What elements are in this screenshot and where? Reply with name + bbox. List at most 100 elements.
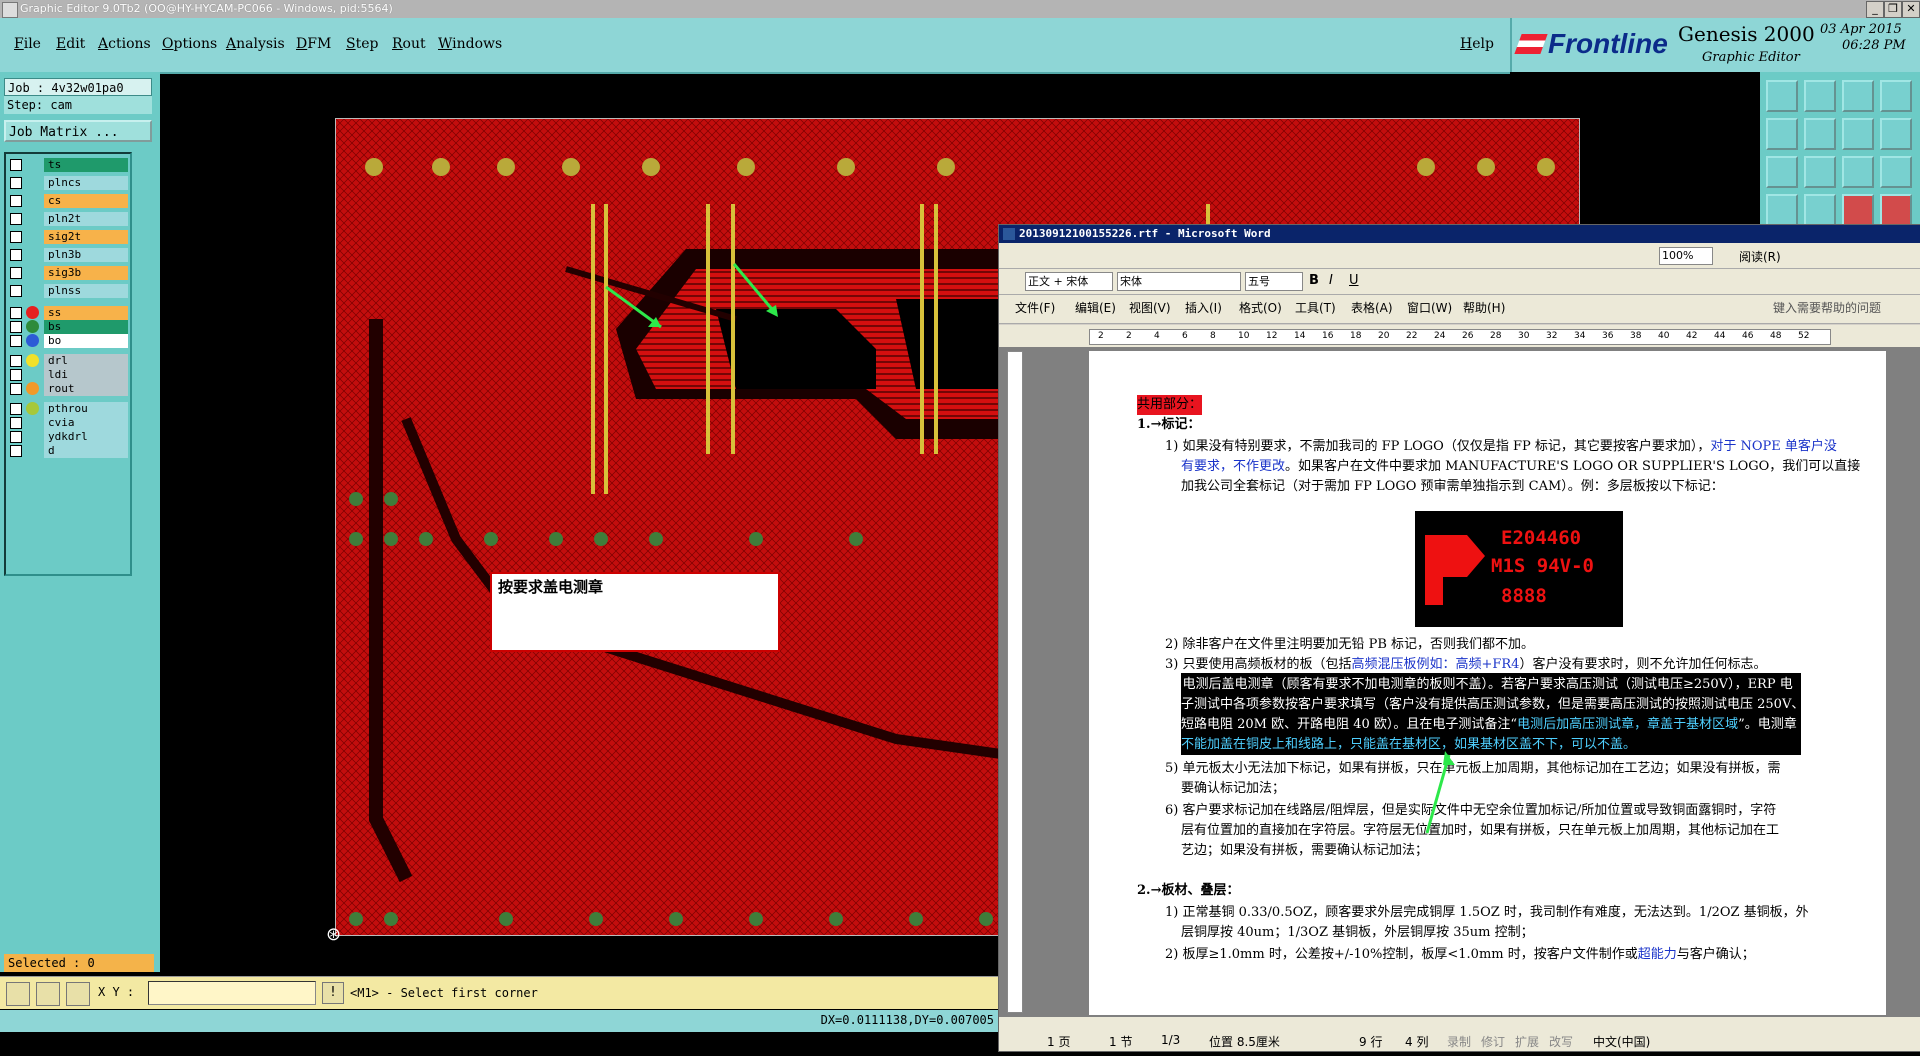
layer-checkbox[interactable] — [10, 249, 22, 261]
layer-checkbox[interactable] — [10, 431, 22, 443]
help-tool-icon[interactable] — [1880, 156, 1912, 188]
underline-button[interactable]: U — [1349, 273, 1359, 288]
zoom-area-tool-icon[interactable] — [1842, 118, 1874, 150]
layer-row-rout[interactable]: rout — [8, 382, 128, 396]
measure-tool-icon[interactable] — [1880, 118, 1912, 150]
status-record[interactable]: 录制 — [1447, 1033, 1471, 1050]
layer-checkbox[interactable] — [10, 267, 22, 279]
dfm-tool-icon[interactable] — [1842, 194, 1874, 226]
document-page[interactable]: 共用部分： 1.→标记： 1) 如果没有特别要求，不需加我司的 FP LOGO（… — [1089, 351, 1886, 1015]
layer-name[interactable]: drl — [44, 354, 128, 368]
zoom-box[interactable]: 100% — [1659, 247, 1713, 265]
next-tool-icon[interactable] — [1804, 118, 1836, 150]
layer-name[interactable]: sig2t — [44, 230, 128, 244]
layer-row-pthrou[interactable]: pthrou — [8, 402, 128, 416]
status-track[interactable]: 修订 — [1481, 1033, 1505, 1050]
layer-row-drl[interactable]: drl — [8, 354, 128, 368]
layer-name[interactable]: cs — [44, 194, 128, 208]
pan-tool-icon[interactable] — [1804, 156, 1836, 188]
close-button[interactable]: ✕ — [1902, 1, 1920, 18]
scale-tool-icon[interactable] — [1842, 156, 1874, 188]
layer-name[interactable]: ss — [44, 306, 128, 320]
layer-name[interactable]: pthrou — [44, 402, 128, 416]
layer-color-dot[interactable] — [26, 334, 39, 347]
layer-row-pln2t[interactable]: pln2t — [8, 212, 128, 226]
layer-checkbox[interactable] — [10, 369, 22, 381]
style-box[interactable]: 正文 + 宋体 — [1025, 272, 1113, 291]
layer-color-dot[interactable] — [26, 320, 39, 333]
layer-row-ss[interactable]: ss — [8, 306, 128, 320]
layer-checkbox[interactable] — [10, 195, 22, 207]
status-overtype[interactable]: 改写 — [1549, 1033, 1573, 1050]
layer-name[interactable]: plncs — [44, 176, 128, 190]
prev-tool-icon[interactable] — [1766, 118, 1798, 150]
word-menu-table[interactable]: 表格(A) — [1351, 299, 1393, 316]
layer-checkbox[interactable] — [10, 321, 22, 333]
layer-row-sig3b[interactable]: sig3b — [8, 266, 128, 280]
word-menu-tools[interactable]: 工具(T) — [1295, 299, 1336, 316]
restore-button[interactable]: ❐ — [1884, 1, 1902, 18]
word-menu-insert[interactable]: 插入(I) — [1185, 299, 1222, 316]
layer-row-ldi[interactable]: ldi — [8, 368, 128, 382]
word-window[interactable]: 20130912100155226.rtf - Microsoft Word 1… — [998, 224, 1920, 1052]
open-tool-icon[interactable] — [1766, 80, 1798, 112]
word-menu-window[interactable]: 窗口(W) — [1407, 299, 1452, 316]
home-tool-icon[interactable] — [1842, 80, 1874, 112]
layer-name[interactable]: cvia — [44, 416, 128, 430]
check-tool-icon[interactable] — [1880, 194, 1912, 226]
layer-name[interactable]: pln3b — [44, 248, 128, 262]
font-size-box[interactable]: 五号 — [1245, 272, 1303, 291]
menu-dfm[interactable]: DFM — [296, 36, 331, 52]
layer-name[interactable]: ldi — [44, 368, 128, 382]
layer-checkbox[interactable] — [10, 307, 22, 319]
word-menu-view[interactable]: 视图(V) — [1129, 299, 1171, 316]
layer-name[interactable]: bs — [44, 320, 128, 334]
job-matrix-button[interactable]: Job Matrix ... — [4, 120, 152, 142]
menu-step[interactable]: Step — [346, 36, 378, 52]
status-extend[interactable]: 扩展 — [1515, 1033, 1539, 1050]
layer-row-ydkdrl[interactable]: ydkdrl — [8, 430, 128, 444]
layer-checkbox[interactable] — [10, 355, 22, 367]
word-menu-file[interactable]: 文件(F) — [1015, 299, 1055, 316]
italic-button[interactable]: I — [1329, 273, 1333, 288]
layer-row-sig2t[interactable]: sig2t — [8, 230, 128, 244]
layer-checkbox[interactable] — [10, 213, 22, 225]
select-tool-icon[interactable] — [6, 982, 30, 1006]
menu-file[interactable]: File — [14, 36, 41, 52]
menu-analysis[interactable]: Analysis — [226, 36, 285, 52]
menu-options[interactable]: Options — [162, 36, 217, 52]
layer-checkbox[interactable] — [10, 417, 22, 429]
line-tool-icon[interactable] — [36, 982, 60, 1006]
menu-help[interactable]: Help — [1460, 36, 1494, 52]
layer-row-cvia[interactable]: cvia — [8, 416, 128, 430]
layer-color-dot[interactable] — [26, 402, 39, 415]
menu-rout[interactable]: Rout — [392, 36, 426, 52]
layer-row-pln3b[interactable]: pln3b — [8, 248, 128, 262]
menu-edit[interactable]: Edit — [56, 36, 85, 52]
layer-name[interactable]: d — [44, 444, 128, 458]
layer-row-plnss[interactable]: plnss — [8, 284, 128, 298]
layer-checkbox[interactable] — [10, 403, 22, 415]
layer-checkbox[interactable] — [10, 177, 22, 189]
word-menu-format[interactable]: 格式(O) — [1239, 299, 1282, 316]
layer-tool-icon[interactable] — [1804, 194, 1836, 226]
snap-grid-icon[interactable] — [66, 982, 90, 1006]
layer-row-ts[interactable]: ts — [8, 158, 128, 172]
layer-name[interactable]: pln2t — [44, 212, 128, 226]
menu-actions[interactable]: Actions — [98, 36, 151, 52]
layer-color-dot[interactable] — [26, 306, 39, 319]
layer-checkbox[interactable] — [10, 159, 22, 171]
layer-row-cs[interactable]: cs — [8, 194, 128, 208]
minimize-button[interactable]: _ — [1866, 1, 1884, 18]
word-menu-edit[interactable]: 编辑(E) — [1075, 299, 1116, 316]
layer-checkbox[interactable] — [10, 335, 22, 347]
layer-name[interactable]: ts — [44, 158, 128, 172]
grid-tool-icon[interactable] — [1880, 80, 1912, 112]
save-tool-icon[interactable] — [1804, 80, 1836, 112]
help-question-box[interactable]: 键入需要帮助的问题 — [1773, 299, 1881, 316]
layer-checkbox[interactable] — [10, 285, 22, 297]
layer-name[interactable]: plnss — [44, 284, 128, 298]
fit-tool-icon[interactable] — [1766, 156, 1798, 188]
layer-name[interactable]: ydkdrl — [44, 430, 128, 444]
font-box[interactable]: 宋体 — [1117, 272, 1241, 291]
